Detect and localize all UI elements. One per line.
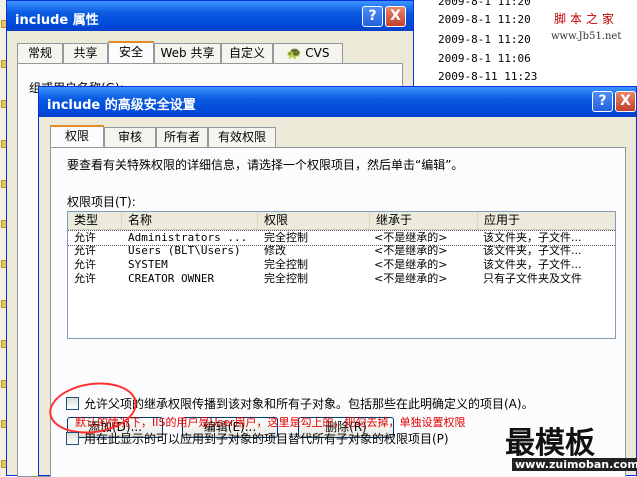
watermark-url: www.zuimoban.com (512, 458, 637, 471)
table-row[interactable]: 允许 Users (BLT\Users) 修改 <不是继承的> 该文件夹，子文件… (68, 244, 615, 258)
properties-title: include 属性 (15, 13, 99, 28)
instructions-text: 要查看有关特殊权限的详细信息，请选择一个权限项目，然后单击“编辑”。 (67, 158, 464, 172)
advanced-title: include 的高级安全设置 (47, 98, 196, 113)
replace-child-permissions-label[interactable]: 用在此显示的可以应用到子对象的项目替代所有子对象的权限项目(P) (84, 430, 449, 447)
cell-apply-to: 只有子文件夹及文件 (483, 272, 582, 285)
file-date: 2009-8-1 11:20 (438, 0, 531, 8)
cell-inherited-from: <不是继承的> (374, 272, 448, 285)
permission-entries-list[interactable]: 类型 名称 权限 继承于 应用于 允许 Administrators ... 完… (67, 211, 616, 339)
column-permission[interactable]: 权限 (258, 212, 370, 229)
tab-general[interactable]: 常规 (17, 43, 63, 63)
cell-permission: 完全控制 (264, 272, 308, 285)
inherit-permissions-label[interactable]: 允许父项的继承权限传播到该对象和所有子对象。包括那些在此明确定义的项目(A)。 (84, 395, 534, 412)
tab-sharing[interactable]: 共享 (63, 43, 108, 63)
tab-cvs[interactable]: 🐢 CVS (273, 43, 343, 63)
file-date: 2009-8-1 11:20 (438, 13, 531, 26)
tab-web-sharing[interactable]: Web 共享 (154, 43, 221, 63)
cell-name: SYSTEM (128, 258, 168, 271)
cell-apply-to: 该文件夹，子文件... (483, 244, 582, 257)
cell-permission: 完全控制 (264, 231, 308, 244)
tab-auditing[interactable]: 审核 (104, 127, 156, 147)
properties-title-bar[interactable]: include 属性 ? X (7, 1, 413, 31)
column-inherited-from[interactable]: 继承于 (370, 212, 478, 229)
close-button[interactable]: X (615, 91, 636, 112)
replace-child-permissions-checkbox[interactable] (66, 432, 79, 445)
cell-inherited-from: <不是继承的> (374, 258, 448, 271)
cell-inherited-from: <不是继承的> (374, 231, 448, 244)
cell-type: 允许 (74, 258, 96, 271)
cell-name: Users (BLT\Users) (128, 244, 241, 257)
watermark-text: 脚本之家 (554, 12, 619, 26)
close-button[interactable]: X (385, 6, 406, 27)
help-button[interactable]: ? (362, 6, 383, 27)
cell-apply-to: 该文件夹，子文件... (483, 231, 582, 244)
list-header: 类型 名称 权限 继承于 应用于 (68, 212, 615, 230)
column-name[interactable]: 名称 (122, 212, 258, 229)
tab-security[interactable]: 安全 (108, 41, 154, 64)
cvs-turtle-icon: 🐢 (286, 46, 302, 60)
watermark-brand: 最模板 (505, 426, 595, 461)
table-row[interactable]: 允许 CREATOR OWNER 完全控制 <不是继承的> 只有子文件夹及文件 (68, 272, 615, 286)
cell-apply-to: 该文件夹，子文件... (483, 258, 582, 271)
tab-customize[interactable]: 自定义 (221, 43, 273, 63)
tab-owner[interactable]: 所有者 (156, 127, 208, 147)
explorer-file-list: 2009-8-1 11:20 2009-8-1 11:20 2009-8-1 1… (410, 0, 637, 95)
cell-name: CREATOR OWNER (128, 272, 215, 285)
cell-type: 允许 (74, 231, 96, 244)
cell-inherited-from: <不是继承的> (374, 244, 448, 257)
column-type[interactable]: 类型 (68, 212, 122, 229)
annotation-note: 默认的情况下，IIS的用户是User用户，这里是勾上的，把勾去掉，单独设置权限 (75, 416, 466, 429)
file-date: 2009-8-11 11:23 (438, 70, 538, 83)
tab-permissions[interactable]: 权限 (50, 125, 104, 148)
cell-name: Administrators ... (128, 231, 248, 244)
column-apply-to[interactable]: 应用于 (478, 212, 615, 229)
file-date: 2009-8-1 11:20 (438, 33, 531, 46)
cell-type: 允许 (74, 244, 96, 257)
file-date: 2009-8-1 11:06 (438, 52, 531, 65)
advanced-title-bar[interactable]: include 的高级安全设置 ? X (39, 87, 636, 117)
table-row[interactable]: 允许 SYSTEM 完全控制 <不是继承的> 该文件夹，子文件... (68, 258, 615, 272)
cell-permission: 完全控制 (264, 258, 308, 271)
tab-effective-permissions[interactable]: 有效权限 (208, 127, 276, 147)
cell-type: 允许 (74, 272, 96, 285)
permission-entries-label: 权限项目(T): (67, 195, 136, 209)
cell-permission: 修改 (264, 244, 286, 257)
watermark-url: www.Jb51.net (551, 31, 622, 42)
tab-cvs-label: CVS (305, 46, 330, 60)
help-button[interactable]: ? (592, 91, 613, 112)
